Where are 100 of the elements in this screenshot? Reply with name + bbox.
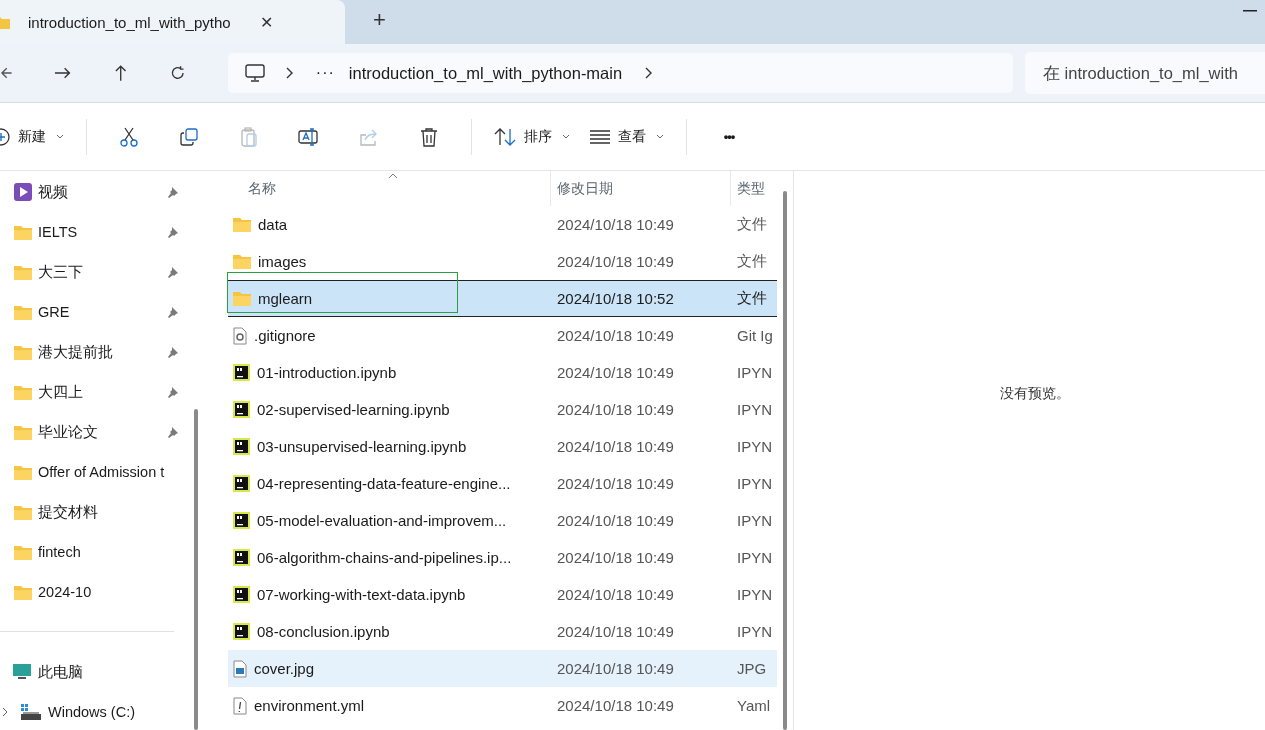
pin-icon[interactable] [167, 266, 179, 278]
column-header[interactable]: 修改日期 [550, 171, 730, 206]
sidebar-item[interactable]: IELTS [0, 212, 190, 252]
file-row[interactable]: environment.yml 2024/10/18 10:49 Yaml [228, 687, 777, 724]
drive-icon [20, 703, 42, 721]
minimize-icon[interactable] [1243, 10, 1257, 12]
more-button[interactable]: ••• [709, 116, 749, 157]
file-type: IPYN [736, 438, 773, 455]
up-arrow-icon[interactable] [112, 64, 129, 82]
folder-icon [233, 291, 251, 306]
address-bar[interactable]: ··· introduction_to_ml_with_python-main [227, 53, 1013, 93]
sidebar-item[interactable]: 大四上 [0, 372, 190, 412]
column-header[interactable]: 名称 [228, 171, 550, 206]
file-row[interactable]: .gitignore 2024/10/18 10:49 Git Ig [228, 317, 777, 354]
notebook-icon [233, 401, 250, 418]
text-file-icon [233, 696, 247, 715]
modified-date: 2024/10/18 10:49 [556, 475, 675, 492]
file-row[interactable]: data 2024/10/18 10:49 文件 [228, 206, 777, 243]
file-row[interactable]: 06-algorithm-chains-and-pipelines.ip... 2024/10/18 10:49 IPYN [228, 539, 777, 576]
pin-icon[interactable] [167, 346, 179, 358]
file-row[interactable]: 04-representing-data-feature-engine... 2024/10/18 10:49 IPYN [228, 465, 777, 502]
sidebar-item[interactable]: 港大提前批 [0, 332, 190, 372]
file-type: 文件 [736, 215, 768, 234]
file-row[interactable]: mglearn 2024/10/18 10:52 文件 [228, 280, 777, 317]
folder-icon [14, 544, 32, 560]
file-name: 03-unsupervised-learning.ipynb [257, 438, 467, 455]
notebook-icon [233, 475, 250, 492]
file-name: 04-representing-data-feature-engine... [257, 475, 511, 492]
chevron-icon[interactable] [284, 67, 293, 79]
sidebar-item[interactable]: 提交材料 [0, 492, 190, 532]
file-name: mglearn [258, 290, 313, 307]
view-button[interactable]: 查看 [590, 116, 664, 157]
sidebar-item[interactable]: Offer of Admission t [0, 452, 190, 492]
folder-tab[interactable]: introduction_to_ml_with_pytho ✕ [0, 0, 345, 44]
file-type: IPYN [736, 364, 773, 381]
file-row[interactable]: 05-model-evaluation-and-improvem... 2024/10/18 10:49 IPYN [228, 502, 777, 539]
folder-icon [14, 464, 32, 480]
breadcrumb-item[interactable]: introduction_to_ml_with_python-main [348, 63, 623, 83]
file-name: images [258, 253, 307, 270]
file-type: IPYN [736, 512, 773, 529]
new-button[interactable]: 新建 [0, 116, 64, 157]
file-type: IPYN [736, 549, 773, 566]
sidebar-item[interactable]: GRE [0, 292, 190, 332]
sidebar-item[interactable]: 此电脑 [0, 652, 190, 692]
clipboard-icon [241, 126, 257, 147]
sidebar-item[interactable]: 视频 [0, 172, 190, 212]
new-tab-button[interactable]: + [367, 2, 392, 38]
file-type: IPYN [736, 401, 773, 418]
forward-arrow-icon[interactable] [53, 65, 71, 81]
sidebar-item[interactable]: Windows (C:) [0, 692, 190, 730]
file-name: 05-model-evaluation-and-improvem... [257, 512, 507, 529]
file-row[interactable]: 02-supervised-learning.ipynb 2024/10/18 10:49 IPYN [228, 391, 777, 428]
back-arrow-icon[interactable] [0, 65, 12, 81]
file-type: IPYN [736, 475, 773, 492]
file-type: 文件 [736, 289, 768, 308]
copy-icon [180, 127, 198, 146]
breadcrumb-ellipsis[interactable]: ··· [315, 64, 335, 82]
close-tab-button[interactable]: ✕ [256, 12, 277, 32]
sidebar-item[interactable]: 毕业论文 [0, 412, 190, 452]
modified-date: 2024/10/18 10:49 [556, 697, 675, 714]
sidebar-item[interactable]: fintech [0, 532, 190, 572]
sidebar-item[interactable]: 大三下 [0, 252, 190, 292]
folder-icon [14, 424, 32, 440]
file-row[interactable]: 01-introduction.ipynb 2024/10/18 10:49 IPYN [228, 354, 777, 391]
pin-icon[interactable] [167, 426, 179, 438]
notebook-icon [233, 586, 250, 603]
file-type: Git Ig [736, 327, 774, 344]
pin-icon[interactable] [167, 306, 179, 318]
caret-icon [562, 134, 570, 139]
pin-icon[interactable] [167, 226, 179, 238]
folder-icon [14, 224, 32, 240]
notebook-icon [233, 623, 250, 640]
file-row[interactable]: 08-conclusion.ipynb 2024/10/18 10:49 IPYN [228, 613, 777, 650]
expand-chevron-icon[interactable] [2, 707, 8, 717]
folder-icon [14, 584, 32, 600]
scrollbar-thumb[interactable] [783, 191, 787, 730]
modified-date: 2024/10/18 10:49 [556, 401, 675, 418]
pin-icon[interactable] [167, 186, 179, 198]
sort-button[interactable]: 排序 [494, 116, 570, 157]
search-field[interactable]: 在 introduction_to_ml_with [1025, 52, 1265, 94]
folder-icon [14, 384, 32, 400]
modified-date: 2024/10/18 10:49 [556, 364, 675, 381]
refresh-icon[interactable] [170, 65, 186, 81]
file-type: 文件 [736, 252, 768, 271]
file-name: environment.yml [254, 697, 365, 714]
chevron-icon[interactable] [644, 67, 653, 79]
file-name: 01-introduction.ipynb [257, 364, 397, 381]
file-row[interactable]: 03-unsupervised-learning.ipynb 2024/10/18 10:49 IPYN [228, 428, 777, 465]
scrollbar-thumb[interactable] [194, 409, 198, 730]
pin-icon[interactable] [167, 386, 179, 398]
share-icon [359, 127, 379, 146]
notebook-icon [233, 364, 250, 381]
gear-file-icon [233, 326, 247, 345]
file-row[interactable]: 07-working-with-text-data.ipynb 2024/10/18 10:49 IPYN [228, 576, 777, 613]
folder-icon [14, 344, 32, 360]
sidebar-item[interactable]: 2024-10 [0, 572, 190, 612]
file-row[interactable]: cover.jpg 2024/10/18 10:49 JPG [228, 650, 777, 687]
column-header[interactable]: 类型 [730, 171, 777, 206]
modified-date: 2024/10/18 10:49 [556, 586, 675, 603]
file-row[interactable]: images 2024/10/18 10:49 文件 [228, 243, 777, 280]
